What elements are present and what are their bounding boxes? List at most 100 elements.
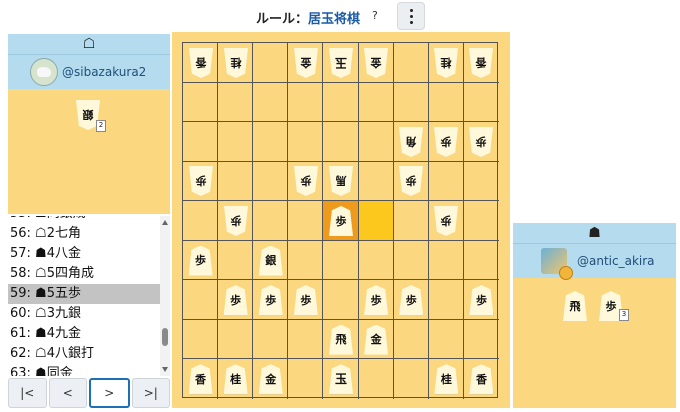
board-square[interactable] — [183, 319, 219, 360]
sente-hand-pawn[interactable]: 歩 3 — [599, 291, 629, 321]
board-square[interactable] — [463, 201, 499, 241]
sente-piece[interactable]: 桂 — [223, 364, 248, 395]
next-move-button[interactable]: > — [89, 378, 130, 408]
board-square[interactable] — [218, 122, 254, 162]
gote-piece[interactable]: 角 — [399, 127, 423, 157]
move-item[interactable]: 60: ☖3九銀 — [8, 304, 160, 324]
gote-piece[interactable]: 歩 — [469, 127, 493, 157]
board-square[interactable] — [358, 122, 394, 162]
board-square[interactable] — [288, 240, 324, 281]
board-square[interactable] — [253, 122, 289, 162]
sente-piece[interactable]: 歩 — [293, 285, 318, 316]
sente-piece[interactable]: 歩 — [469, 285, 494, 316]
board-square[interactable] — [288, 82, 324, 123]
board-square[interactable] — [183, 122, 219, 162]
first-move-button[interactable]: |< — [8, 378, 47, 408]
gote-username[interactable]: @sibazakura2 — [62, 65, 146, 79]
move-item[interactable]: 59: ☗5五歩 — [8, 284, 160, 304]
board-square[interactable] — [463, 162, 499, 202]
board-square[interactable] — [253, 201, 289, 241]
board-square[interactable] — [218, 319, 254, 360]
sente-piece[interactable]: 金 — [258, 364, 283, 395]
gote-piece[interactable]: 馬 — [329, 166, 353, 196]
board-square[interactable] — [393, 43, 429, 83]
board-square[interactable] — [428, 161, 464, 202]
board-square[interactable] — [183, 280, 219, 320]
sente-piece[interactable]: 歩 — [364, 285, 389, 316]
move-item[interactable]: 61: ☗4九金 — [8, 324, 160, 344]
board-square[interactable] — [323, 82, 359, 123]
sente-hand-rook[interactable]: 飛 — [563, 291, 587, 321]
gote-piece[interactable]: 桂 — [434, 48, 458, 78]
board-square[interactable] — [358, 240, 394, 281]
board-square[interactable] — [358, 82, 394, 123]
board-square[interactable] — [428, 280, 464, 320]
board-square[interactable] — [428, 319, 464, 360]
sente-piece[interactable]: 歩 — [329, 206, 353, 236]
help-icon[interactable]: ? — [372, 9, 378, 22]
scroll-down-icon[interactable] — [162, 367, 168, 372]
sente-piece[interactable]: 香 — [188, 364, 213, 395]
board-square[interactable] — [288, 359, 324, 399]
board-square[interactable] — [253, 43, 289, 83]
board-square[interactable] — [463, 320, 499, 360]
board-square[interactable] — [288, 201, 324, 241]
sente-piece[interactable]: 歩 — [223, 285, 248, 316]
gote-piece[interactable]: 玉 — [329, 48, 353, 78]
sente-username[interactable]: @antic_akira — [577, 254, 655, 268]
board-square[interactable] — [183, 82, 219, 123]
board-square[interactable] — [394, 359, 429, 399]
sente-piece[interactable]: 銀 — [258, 245, 283, 276]
scroll-thumb[interactable] — [162, 328, 168, 346]
scroll-up-icon[interactable] — [162, 220, 168, 225]
move-item[interactable]: 62: ☖4八銀打 — [8, 344, 160, 364]
move-list[interactable]: 55: ☗同銀成56: ☖2七角57: ☗4八金58: ☖5四角成59: ☗5五… — [8, 216, 160, 376]
sente-piece[interactable]: 玉 — [329, 364, 353, 395]
board-square[interactable] — [393, 201, 429, 241]
gote-piece[interactable]: 香 — [469, 48, 493, 78]
board-square[interactable] — [218, 161, 254, 202]
board-square[interactable] — [463, 241, 499, 281]
move-item[interactable]: 63: ☗同金 — [8, 364, 160, 376]
board-square[interactable] — [428, 240, 464, 281]
board-square[interactable] — [183, 201, 219, 241]
gote-piece[interactable]: 香 — [189, 48, 213, 78]
board-square[interactable] — [323, 240, 359, 281]
sente-piece[interactable]: 歩 — [399, 285, 424, 316]
gote-piece[interactable]: 金 — [364, 48, 388, 78]
gote-piece[interactable]: 歩 — [434, 127, 458, 157]
board-square[interactable] — [323, 280, 359, 320]
board-square[interactable] — [359, 359, 394, 399]
board-square[interactable] — [323, 122, 359, 162]
rule-link[interactable]: 居玉将棋 — [308, 12, 360, 27]
gote-piece[interactable]: 歩 — [434, 206, 458, 236]
gote-piece[interactable]: 歩 — [399, 166, 423, 196]
board-square[interactable] — [253, 319, 289, 360]
board-square[interactable] — [428, 82, 464, 123]
gote-user[interactable]: @sibazakura2 — [8, 54, 170, 89]
sente-piece[interactable]: 歩 — [188, 245, 213, 276]
sente-piece[interactable]: 金 — [364, 324, 389, 355]
gote-piece[interactable]: 金 — [294, 48, 318, 78]
board-square[interactable] — [393, 319, 429, 360]
sente-piece[interactable]: 桂 — [434, 364, 459, 395]
board-square[interactable] — [288, 122, 324, 162]
gote-piece[interactable]: 歩 — [224, 206, 248, 236]
gote-piece[interactable]: 歩 — [294, 166, 318, 196]
prev-move-button[interactable]: < — [48, 378, 87, 408]
board-square[interactable] — [393, 240, 429, 281]
board-square[interactable] — [358, 161, 394, 202]
move-item[interactable]: 56: ☖2七角 — [8, 224, 160, 244]
more-options-button[interactable] — [397, 2, 425, 30]
board-square[interactable] — [288, 319, 324, 360]
board-square[interactable] — [253, 161, 289, 202]
move-list-scrollbar[interactable] — [160, 216, 170, 376]
board-square[interactable] — [393, 82, 429, 123]
sente-user[interactable]: @antic_akira — [513, 243, 676, 280]
board-square[interactable] — [218, 82, 254, 123]
move-item[interactable]: 57: ☗4八金 — [8, 244, 160, 264]
sente-piece[interactable]: 歩 — [258, 285, 283, 316]
board-square[interactable] — [253, 82, 289, 123]
move-item[interactable]: 55: ☗同銀成 — [8, 216, 160, 224]
board-square[interactable] — [358, 201, 394, 241]
